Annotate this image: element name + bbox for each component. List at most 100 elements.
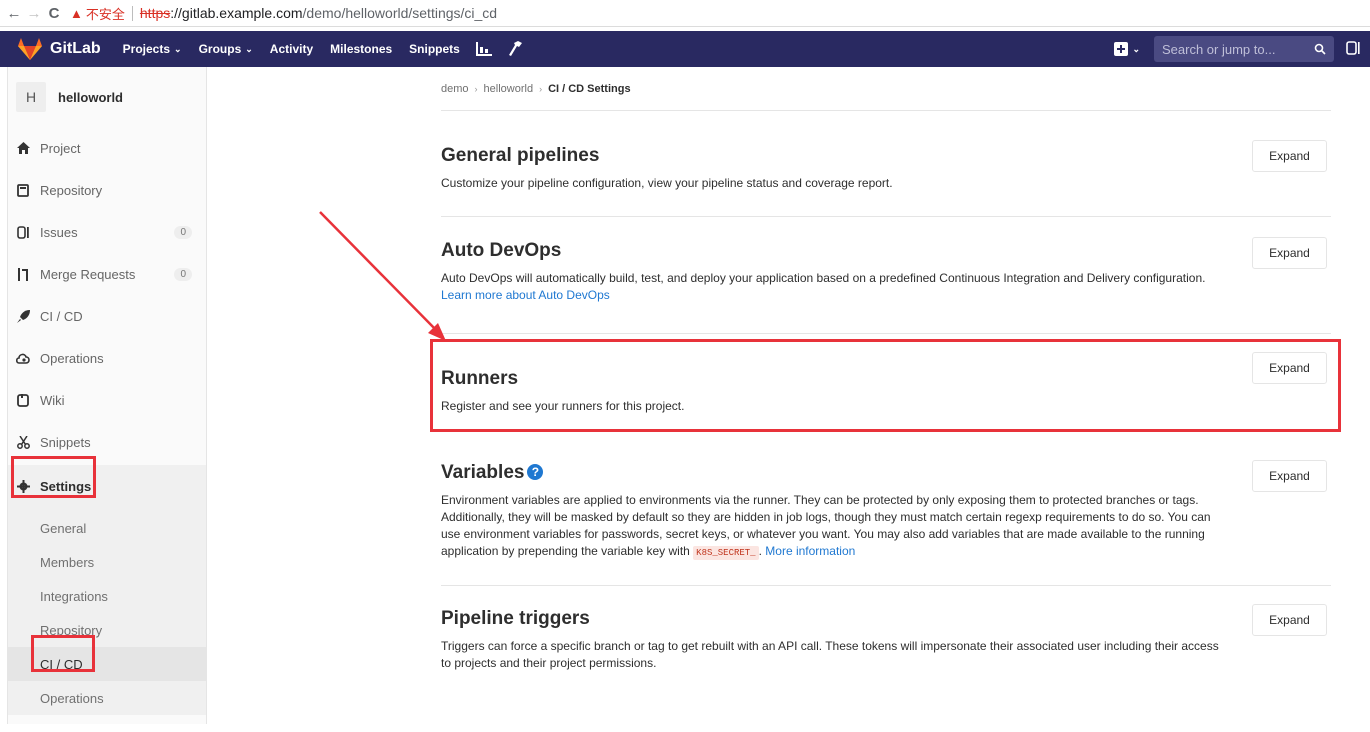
search-placeholder: Search or jump to...: [1162, 41, 1276, 57]
sidebar-item-issues[interactable]: Issues 0: [8, 211, 206, 253]
breadcrumb-item[interactable]: demo: [441, 83, 469, 95]
new-dropdown-button[interactable]: ⌄: [1114, 42, 1140, 56]
nav-label: Groups: [198, 42, 242, 56]
section-title-text: Variables: [441, 462, 525, 483]
warning-icon: ▲: [70, 5, 83, 21]
section-description: Environment variables are applied to env…: [441, 492, 1226, 562]
sidebar-item-project[interactable]: Project: [8, 127, 206, 169]
section-description: Customize your pipeline configuration, v…: [441, 176, 893, 190]
sidebar-item-label: Wiki: [40, 392, 65, 408]
chevron-right-icon: ›: [539, 83, 543, 94]
expand-button[interactable]: Expand: [1252, 604, 1327, 636]
back-icon[interactable]: ←: [4, 5, 24, 22]
section-title: Variables?: [441, 462, 1331, 484]
issues-count-badge: 0: [174, 225, 192, 239]
sidebar-item-repository[interactable]: Repository: [8, 169, 206, 211]
nav-milestones[interactable]: Milestones: [330, 42, 392, 56]
sidebar-project-header[interactable]: H helloworld: [8, 67, 206, 127]
chart-icon[interactable]: [475, 41, 492, 57]
cloud-gear-icon: [16, 351, 30, 365]
section-description-text: Auto DevOps will automatically build, te…: [441, 271, 1206, 285]
brand-name: GitLab: [50, 40, 101, 57]
sidebar-item-label: Snippets: [40, 434, 91, 450]
question-circle-icon[interactable]: ?: [527, 464, 544, 480]
sidebar-item-ci-cd[interactable]: CI / CD: [8, 295, 206, 337]
code-snippet: K8S_SECRET_: [693, 546, 759, 560]
section-description: Auto DevOps will automatically build, te…: [441, 270, 1226, 304]
section-title: Pipeline triggers: [441, 608, 590, 629]
chevron-right-icon: ›: [474, 83, 478, 94]
search-input[interactable]: Search or jump to...: [1154, 36, 1334, 62]
nav-label: Projects: [122, 42, 171, 56]
breadcrumb-current[interactable]: CI / CD Settings: [548, 83, 631, 95]
navbar-right: ⌄ Search or jump to...: [1114, 31, 1370, 67]
reload-icon[interactable]: C: [44, 5, 64, 22]
url-field[interactable]: https://gitlab.example.com/demo/hellowor…: [140, 5, 497, 21]
nav-snippets[interactable]: Snippets: [409, 42, 460, 56]
sidebar-subitem-members[interactable]: Members: [8, 545, 206, 579]
project-avatar: H: [16, 82, 46, 112]
forward-icon[interactable]: →: [24, 5, 44, 22]
merge-request-icon: [16, 267, 30, 281]
section-general-pipelines: General pipelines Customize your pipelin…: [441, 111, 1331, 217]
section-variables: Variables? Environment variables are app…: [441, 446, 1331, 586]
sidebar-item-label: Merge Requests: [40, 266, 136, 282]
project-sidebar: H helloworld Project Repository Issues 0…: [7, 67, 207, 724]
rocket-icon: [16, 309, 30, 323]
gitlab-logo[interactable]: GitLab: [18, 38, 101, 60]
nav-projects[interactable]: Projects ⌄: [123, 42, 182, 56]
more-information-link[interactable]: More information: [765, 544, 855, 558]
annotation-box-runners: [430, 339, 1341, 432]
section-title: Auto DevOps: [441, 240, 562, 261]
top-navbar: GitLab Projects ⌄ Groups ⌄ Activity Milest…: [0, 31, 1370, 67]
home-icon: [16, 141, 30, 155]
nav-groups[interactable]: Groups ⌄: [199, 42, 253, 56]
sidebar-item-merge-requests[interactable]: Merge Requests 0: [8, 253, 206, 295]
chevron-down-icon: ⌄: [245, 43, 253, 54]
book-icon: [16, 183, 30, 197]
learn-more-link[interactable]: Learn more about Auto DevOps: [441, 288, 610, 302]
wrench-icon[interactable]: [508, 41, 524, 57]
section-auto-devops: Auto DevOps Auto DevOps will automatical…: [441, 217, 1331, 334]
book-open-icon: [16, 393, 30, 407]
period: .: [758, 544, 762, 558]
sidebar-subitem-operations[interactable]: Operations: [8, 681, 206, 715]
project-name: helloworld: [58, 89, 123, 105]
settings-submenu: General Members Integrations Repository …: [8, 507, 206, 715]
expand-button[interactable]: Expand: [1252, 140, 1327, 172]
chevron-down-icon: ⌄: [174, 43, 182, 54]
browser-address-bar: ← → C ▲ 不安全 https://gitlab.example.com/d…: [0, 0, 1370, 27]
breadcrumb: demo › helloworld › CI / CD Settings: [441, 67, 1331, 111]
merge-requests-count-badge: 0: [174, 267, 192, 281]
sidebar-subitem-integrations[interactable]: Integrations: [8, 579, 206, 613]
section-description: Triggers can force a specific branch or …: [441, 639, 1219, 670]
plus-square-icon: [1114, 42, 1129, 56]
issues-shortcut-icon[interactable]: [1346, 40, 1360, 58]
issues-icon: [16, 225, 30, 239]
sidebar-item-operations[interactable]: Operations: [8, 337, 206, 379]
nav-label: Activity: [269, 42, 314, 56]
breadcrumb-item[interactable]: helloworld: [484, 83, 534, 95]
nav-activity[interactable]: Activity: [270, 42, 313, 56]
search-icon: [1314, 43, 1326, 55]
expand-button[interactable]: Expand: [1252, 237, 1327, 269]
sidebar-item-wiki[interactable]: Wiki: [8, 379, 206, 421]
expand-button[interactable]: Expand: [1252, 460, 1327, 492]
not-secure-label[interactable]: 不安全: [86, 4, 125, 23]
sidebar-subitem-general[interactable]: General: [8, 511, 206, 545]
url-host: ://gitlab.example.com: [170, 5, 303, 21]
scissors-icon: [16, 435, 30, 449]
divider: [131, 5, 133, 21]
nav-label: Milestones: [330, 42, 393, 56]
annotation-box-ci-cd: [31, 635, 95, 672]
section-pipeline-triggers: Pipeline triggers Triggers can force a s…: [441, 586, 1331, 686]
sidebar-item-label: Issues: [40, 224, 78, 240]
sidebar-item-label: Operations: [40, 350, 104, 366]
url-path: /demo/helloworld/settings/ci_cd: [302, 5, 498, 21]
sidebar-item-label: Repository: [40, 182, 103, 198]
url-scheme: https: [139, 5, 171, 21]
nav-label: Snippets: [409, 42, 460, 56]
sidebar-item-label: CI / CD: [40, 308, 83, 324]
sidebar-item-label: Project: [40, 140, 81, 156]
section-title: General pipelines: [441, 145, 600, 166]
